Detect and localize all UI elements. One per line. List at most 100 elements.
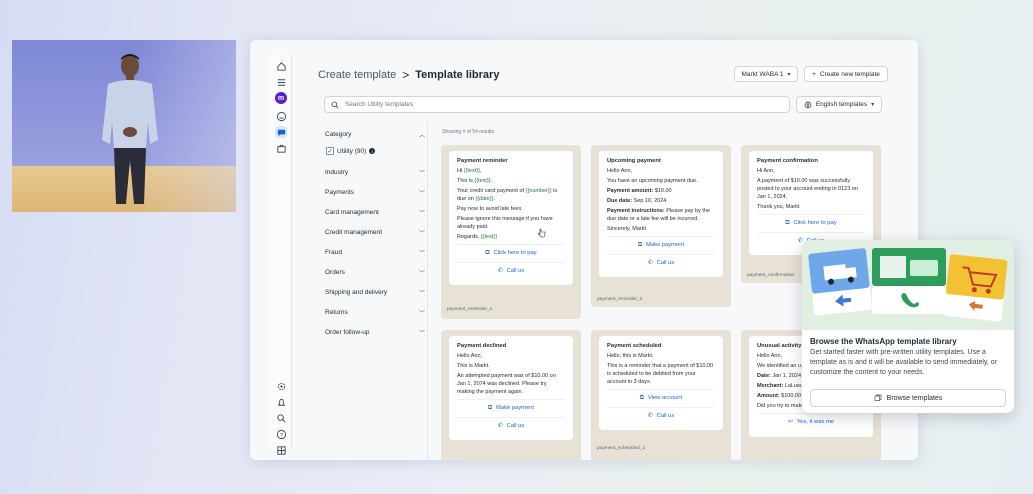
card-action-button[interactable]: ⧉ Make payment xyxy=(457,399,565,416)
template-card-payment-scheduled[interactable]: Payment scheduled Hello, this is Markt. … xyxy=(599,336,723,431)
card-text: , xyxy=(479,168,482,175)
card-action-label: Call us xyxy=(506,422,525,429)
chevron-down-icon: ﹀ xyxy=(418,191,425,197)
card-text: Regards, xyxy=(457,234,480,241)
card-key: Amount: xyxy=(757,393,780,400)
info-icon[interactable]: i xyxy=(369,148,376,154)
card-title: Upcoming payment xyxy=(607,158,661,164)
filter-category-label: Category xyxy=(325,131,352,138)
card-variable: {{text}} xyxy=(463,168,480,175)
chevron-down-icon: ﹀ xyxy=(418,331,425,337)
filter-group-industry[interactable]: Industry ﹀ xyxy=(325,168,425,177)
card-line: Thank you, Markt xyxy=(757,204,800,211)
card-line: Payment amount: $10.00 xyxy=(607,188,715,196)
breadcrumb: Create template > Template library xyxy=(318,68,499,82)
template-card-frame[interactable]: Payment declined Hello Ann, This is Mark… xyxy=(441,330,581,460)
card-line: Hello, this is Markt. xyxy=(607,353,654,360)
account-selector-label: Markt WABA 1 xyxy=(741,70,784,78)
card-line: This is Markt. xyxy=(457,363,490,370)
card-action-label: Yes, it was me xyxy=(796,419,835,426)
filter-group-returns[interactable]: Returns ﹀ xyxy=(325,308,425,317)
card-key: Due date: xyxy=(607,198,633,205)
template-card-payment-reminder[interactable]: Payment reminder Hi {{text}}, This is {{… xyxy=(449,151,573,285)
breadcrumb-create-template[interactable]: Create template xyxy=(318,69,396,81)
grid-icon[interactable] xyxy=(275,444,287,456)
card-key: Merchant: xyxy=(757,383,784,390)
card-action-button[interactable]: ⧉ View account xyxy=(607,389,715,406)
card-action-button[interactable]: ✆Call us xyxy=(607,253,715,271)
language-selector[interactable]: English templates ▾ xyxy=(796,96,882,113)
template-file-name: payment_reminder_1 xyxy=(447,307,493,312)
create-new-template-button[interactable]: + Create new template xyxy=(804,66,888,82)
reply-icon: ↩ xyxy=(787,419,793,426)
hand-cursor-icon xyxy=(538,228,546,238)
checkbox-checked-icon[interactable]: ✓ xyxy=(326,147,334,155)
settings-gear-icon[interactable] xyxy=(275,380,287,392)
card-line: Please ignore this message if you have a… xyxy=(457,216,553,231)
results-count: Showing # of 54 results xyxy=(442,129,494,135)
card-value: Jan 1, 2024 xyxy=(772,373,802,380)
card-action-button[interactable]: ↩ Yes, it was me xyxy=(757,413,865,430)
card-value: Sep 10, 2024 xyxy=(633,198,667,205)
card-line: Pay now to avoid late fees. xyxy=(457,206,523,213)
browse-templates-button[interactable]: Browse templates xyxy=(810,389,1006,407)
template-card-frame[interactable]: Upcoming payment Hello Ann, You have an … xyxy=(591,145,731,307)
phone-icon: ✆ xyxy=(647,412,653,419)
filter-utility-option[interactable]: ✓ Utility (90) i xyxy=(326,147,376,155)
template-card-frame[interactable]: Payment reminder Hi {{text}}, This is {{… xyxy=(441,145,581,319)
card-title: Payment confirmation xyxy=(757,158,818,164)
chevron-down-icon: ﹀ xyxy=(418,271,425,277)
svg-text:?: ? xyxy=(279,432,282,438)
template-card-frame[interactable]: Payment scheduled Hello, this is Markt. … xyxy=(591,330,731,460)
filter-group-label: Shipping and delivery xyxy=(325,289,388,296)
card-action-button[interactable]: ✆Call us xyxy=(457,416,565,434)
external-link-icon: ⧉ xyxy=(487,405,493,412)
card-action-label: View account xyxy=(647,395,683,402)
phone-icon: ✆ xyxy=(647,259,653,266)
external-link-icon: ⧉ xyxy=(785,220,790,227)
card-text: Hi xyxy=(457,168,463,175)
card-action-button[interactable]: ✆Call us xyxy=(607,406,715,424)
filter-group-orders[interactable]: Orders ﹀ xyxy=(325,268,425,277)
briefcase-icon[interactable] xyxy=(275,142,287,154)
card-action-label: Call us xyxy=(506,267,525,274)
filter-group-fraud[interactable]: Fraud ﹀ xyxy=(325,248,425,257)
card-text: . xyxy=(493,196,495,203)
card-action-button[interactable]: ⧉ Make payment xyxy=(607,236,715,253)
home-icon[interactable] xyxy=(275,60,287,72)
filter-group-order-follow-up[interactable]: Order follow-up ﹀ xyxy=(325,328,425,337)
card-action-label: Call us xyxy=(656,412,675,419)
card-action-button[interactable]: ⧉ Click here to pay xyxy=(757,214,865,231)
card-text: . xyxy=(490,178,493,185)
popup-title: Browse the WhatsApp template library xyxy=(810,337,957,346)
card-action-label: Make payment xyxy=(496,405,535,412)
card-action-button[interactable]: ⧉ Click here to pay xyxy=(457,244,565,261)
meta-account-icon[interactable]: m xyxy=(275,92,287,104)
card-action-button[interactable]: ✆Call us xyxy=(457,261,565,279)
template-file-name: payment_scheduled_1 xyxy=(597,446,646,451)
card-action-label: Click here to pay xyxy=(793,220,837,227)
template-card-payment-declined[interactable]: Payment declined Hello Ann, This is Mark… xyxy=(449,336,573,441)
search-icon[interactable] xyxy=(275,412,287,424)
filter-group-credit-management[interactable]: Credit management ﹀ xyxy=(325,228,425,237)
card-value: $10.00 xyxy=(654,188,672,195)
template-card-upcoming-payment[interactable]: Upcoming payment Hello Ann, You have an … xyxy=(599,151,723,277)
menu-icon[interactable] xyxy=(275,76,287,88)
card-line: This is a reminder that a payment of $10… xyxy=(607,363,714,386)
card-line: You have an upcoming payment due. xyxy=(607,178,698,185)
search-icon xyxy=(331,101,339,109)
filter-group-payments[interactable]: Payments ﹀ xyxy=(325,188,425,197)
bell-icon[interactable] xyxy=(275,396,287,408)
browse-templates-label: Browse templates xyxy=(886,394,943,402)
chat-icon[interactable] xyxy=(275,126,287,138)
smiley-icon[interactable] xyxy=(275,110,287,122)
search-input[interactable] xyxy=(345,101,765,108)
filter-group-card-management[interactable]: Card management ﹀ xyxy=(325,208,425,217)
account-selector[interactable]: Markt WABA 1 ▾ xyxy=(734,66,798,82)
filter-group-shipping[interactable]: Shipping and delivery ﹀ xyxy=(325,288,425,297)
card-line: Hello Ann, xyxy=(457,353,483,360)
card-variable: {{text}} xyxy=(480,234,498,241)
help-icon[interactable]: ? xyxy=(275,428,287,440)
card-key: Payment amount: xyxy=(607,188,654,195)
filter-category-header[interactable]: Category ︿ xyxy=(325,130,425,139)
